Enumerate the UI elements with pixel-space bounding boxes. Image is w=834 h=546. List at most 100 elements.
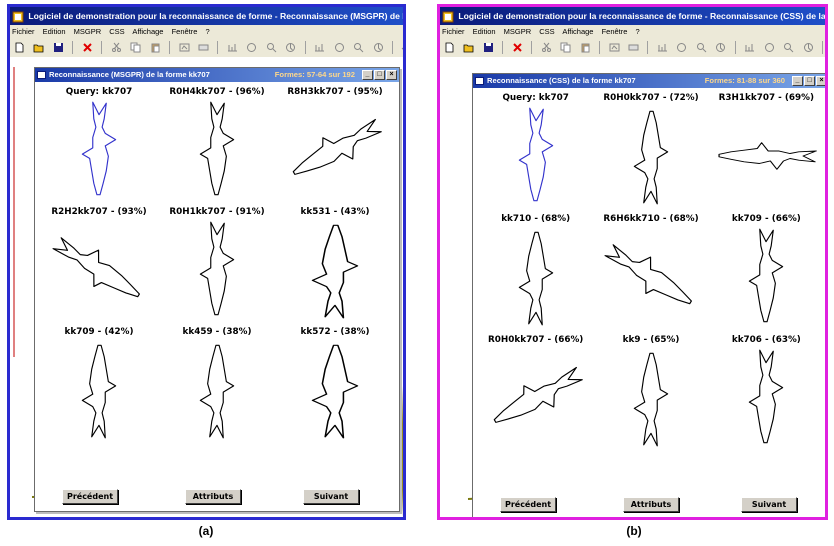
tool-icon[interactable] [373,42,384,53]
save-icon[interactable] [53,42,64,53]
shape-outline [199,221,235,316]
menu-css[interactable]: CSS [109,27,124,36]
cut-icon[interactable] [541,42,552,53]
shape-outline [749,349,784,444]
app-window-msgpr: Logiciel de demonstration pour la reconn… [7,4,406,520]
menu-fichier[interactable]: Fichier [12,27,35,36]
result-shape [311,344,359,439]
tool-icon[interactable] [676,42,687,53]
close-icon[interactable]: × [386,70,397,80]
results-window-title-bar: Reconnaissance (MSGPR) de la forme kk707… [35,68,399,82]
result-cell: kk9 - (65%) [596,334,705,455]
result-label: R6H6kk710 - (68%) [603,214,699,224]
menu-bar: Fichier Edition MSGPR CSS Affichage Fenê… [440,25,825,39]
toolbar-separator [531,41,533,54]
menu-edition[interactable]: Edition [43,27,66,36]
zoom-icon[interactable] [696,42,707,53]
result-shape [52,237,140,298]
tool-icon[interactable] [609,42,620,53]
result-label: kk709 - (66%) [731,214,801,224]
result-cell: kk709 - (66%) [712,213,821,334]
menu-edition[interactable]: Edition [473,27,496,36]
delete-icon[interactable] [512,42,523,53]
results-window-title: Reconnaissance (MSGPR) de la forme kk707 [49,70,210,79]
tool-icon[interactable] [198,42,209,53]
paste-icon[interactable] [580,42,591,53]
minimize-icon[interactable]: _ [792,76,803,86]
check-icon[interactable] [401,42,403,53]
tool-icon[interactable] [179,42,190,53]
menu-affichage[interactable]: Affichage [132,27,163,36]
toolbar-separator [821,41,823,54]
tool-icon[interactable] [764,42,775,53]
tool-icon[interactable] [314,42,325,53]
result-cell-query: Query: kk707 [481,92,590,213]
toolbar-separator [502,41,504,54]
workspace: Reconnaissance (MSGPR) de la forme kk707… [10,57,403,517]
result-shape [292,118,382,175]
paste-icon[interactable] [150,42,161,53]
new-file-icon[interactable] [444,42,455,53]
next-button[interactable]: Suivant [303,489,359,504]
shape-outline [633,352,669,447]
results-window-title-bar: Reconnaissance (CSS) de la forme kk707 F… [473,74,825,88]
app-icon [12,11,24,23]
result-cell: R0H4kk707 - (96%) [161,86,273,206]
result-cell-query: Query: kk707 [43,86,155,206]
tool-icon[interactable] [657,42,668,53]
app-window-css: Logiciel de demonstration pour la reconn… [437,4,828,520]
app-title: Logiciel de demonstration pour la reconn… [28,11,403,21]
menu-help[interactable]: ? [206,27,210,36]
shape-outline [749,228,784,323]
previous-button[interactable]: Précédent [62,489,118,504]
result-label: kk710 - (68%) [501,214,571,224]
menu-affichage[interactable]: Affichage [562,27,593,36]
new-file-icon[interactable] [14,42,25,53]
menu-msgpr[interactable]: MSGPR [504,27,532,36]
result-label: kk572 - (38%) [300,327,370,337]
save-icon[interactable] [483,42,494,53]
toolbar-separator [217,41,219,54]
tool-icon[interactable] [285,42,296,53]
menu-msgpr[interactable]: MSGPR [74,27,102,36]
result-shape [749,228,784,323]
results-window: Reconnaissance (CSS) de la forme kk707 F… [472,73,825,517]
shape-outline [52,237,140,298]
attributes-button[interactable]: Attributs [623,497,679,512]
menu-help[interactable]: ? [636,27,640,36]
close-icon[interactable]: × [816,76,825,86]
tool-icon[interactable] [803,42,814,53]
menu-fenetre[interactable]: Fenêtre [172,27,198,36]
toolbar-separator [391,41,393,54]
menu-css[interactable]: CSS [539,27,554,36]
tool-icon[interactable] [715,42,726,53]
tool-icon[interactable] [628,42,639,53]
open-folder-icon[interactable] [463,42,474,53]
tool-icon[interactable] [744,42,755,53]
cut-icon[interactable] [111,42,122,53]
toolbar-separator [72,41,74,54]
result-shape [311,224,359,319]
zoom-icon[interactable] [266,42,277,53]
result-label: R0H0kk707 - (66%) [488,335,584,345]
open-folder-icon[interactable] [33,42,44,53]
copy-icon[interactable] [130,42,141,53]
attributes-button[interactable]: Attributs [185,489,241,504]
maximize-icon[interactable]: □ [804,76,815,86]
copy-icon[interactable] [560,42,571,53]
tool-icon[interactable] [227,42,238,53]
previous-button[interactable]: Précédent [500,497,556,512]
tool-icon[interactable] [334,42,345,53]
tool-icon[interactable] [246,42,257,53]
tool-icon[interactable] [353,42,364,53]
next-button[interactable]: Suivant [741,497,797,512]
menu-fichier[interactable]: Fichier [442,27,465,36]
delete-icon[interactable] [82,42,93,53]
tool-icon[interactable] [783,42,794,53]
result-label: kk9 - (65%) [622,335,680,345]
minimize-icon[interactable]: _ [362,70,373,80]
maximize-icon[interactable]: □ [374,70,385,80]
query-shape [81,101,117,196]
results-grid: Query: kk707 R0H4kk707 - (96%) R8H3kk707… [43,86,391,446]
menu-fenetre[interactable]: Fenêtre [602,27,628,36]
